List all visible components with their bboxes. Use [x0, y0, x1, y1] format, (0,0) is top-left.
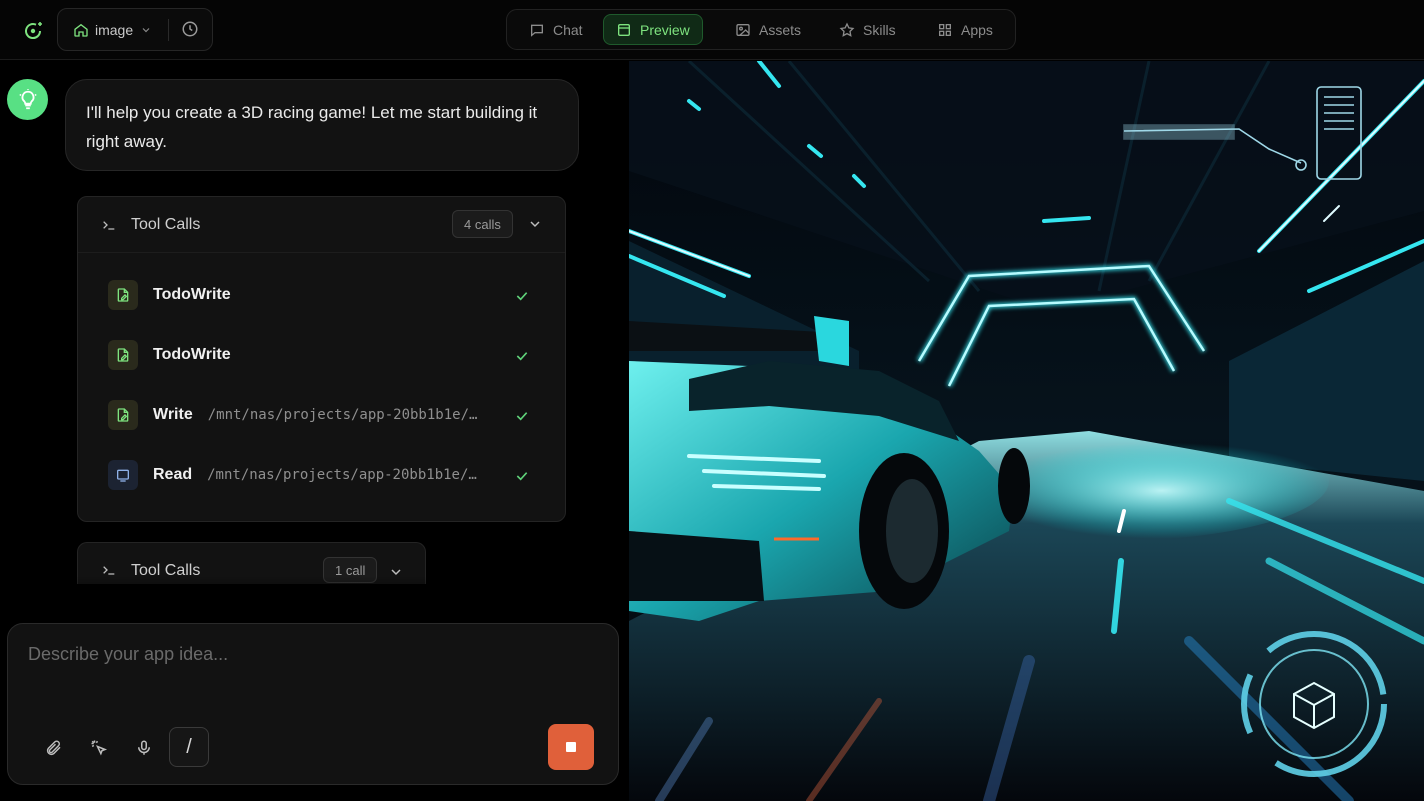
star-icon [839, 21, 855, 37]
view-tabs: Chat Preview Assets Skills Apps [506, 9, 1016, 50]
preview-window-icon [618, 23, 630, 36]
tool-call-row[interactable]: Write /mnt/nas/projects/app-20bb1b1e/… [78, 393, 565, 437]
assistant-message: I'll help you create a 3D racing game! L… [65, 79, 579, 171]
racing-game-preview-image [629, 61, 1424, 801]
image-icon [736, 23, 750, 36]
prompt-input[interactable] [28, 644, 598, 684]
lightbulb-icon [18, 88, 37, 109]
tool-name: TodoWrite [153, 346, 231, 363]
chat-bubble-icon [531, 24, 543, 37]
tab-assets-label: Assets [759, 21, 802, 38]
file-edit-icon [108, 400, 138, 430]
divider [168, 19, 169, 41]
tool-call-row[interactable]: Read /mnt/nas/projects/app-20bb1b1e/… [78, 453, 565, 497]
top-bar: image Chat Preview Assets Skills Apps [0, 0, 1424, 60]
history-clock-icon[interactable] [181, 20, 199, 38]
stop-generation-button[interactable] [548, 724, 594, 770]
tab-skills-label: Skills [863, 21, 896, 38]
tab-preview[interactable]: Preview [603, 14, 703, 45]
tool-name: TodoWrite [153, 286, 231, 303]
checkmark-icon [514, 288, 530, 304]
home-icon [73, 22, 89, 38]
project-name: image [95, 21, 134, 38]
file-edit-icon [108, 280, 138, 310]
checkmark-icon [514, 348, 530, 364]
project-selector[interactable]: image [57, 8, 213, 51]
chevron-down-icon [140, 24, 152, 36]
slash-command-button[interactable]: / [169, 727, 209, 767]
tool-file-path: /mnt/nas/projects/app-20bb1b1e/… [207, 407, 478, 423]
grid-icon [939, 23, 951, 36]
scroll-fade [0, 576, 628, 616]
app-preview[interactable] [629, 61, 1424, 801]
message-composer: / [7, 623, 619, 785]
tool-name: Write [153, 406, 193, 423]
tool-file-path: /mnt/nas/projects/app-20bb1b1e/… [207, 467, 477, 483]
tab-chat[interactable]: Chat [517, 14, 595, 45]
file-read-icon [108, 460, 138, 490]
tab-skills[interactable]: Skills [827, 14, 908, 45]
tool-call-row[interactable]: TodoWrite [78, 273, 565, 317]
file-edit-icon [108, 340, 138, 370]
assistant-avatar [7, 79, 48, 120]
tool-call-row[interactable]: TodoWrite [78, 333, 565, 377]
tab-assets[interactable]: Assets [723, 14, 813, 45]
stop-square-icon [566, 742, 576, 752]
tab-apps-label: Apps [961, 21, 993, 38]
tool-name: Read [153, 466, 193, 483]
tab-preview-label: Preview [640, 21, 690, 38]
checkmark-icon [514, 468, 530, 484]
chevron-down-icon[interactable] [527, 216, 543, 232]
tool-calls-panel: Tool Calls 4 calls TodoWrite TodoWrite W… [77, 196, 566, 522]
tool-calls-count-badge: 4 calls [452, 210, 513, 238]
tool-calls-header[interactable]: Tool Calls 4 calls [78, 197, 565, 253]
checkmark-icon [514, 408, 530, 424]
tool-calls-title: Tool Calls [131, 215, 201, 233]
terminal-prompt-icon [101, 217, 117, 233]
tab-chat-label: Chat [553, 21, 583, 38]
chat-panel: I'll help you create a 3D racing game! L… [0, 61, 628, 801]
app-logo-icon[interactable] [18, 16, 48, 46]
tab-apps[interactable]: Apps [925, 14, 1005, 45]
select-element-cursor-icon[interactable] [86, 735, 112, 761]
microphone-icon[interactable] [131, 735, 157, 761]
attach-paperclip-icon[interactable] [41, 735, 67, 761]
